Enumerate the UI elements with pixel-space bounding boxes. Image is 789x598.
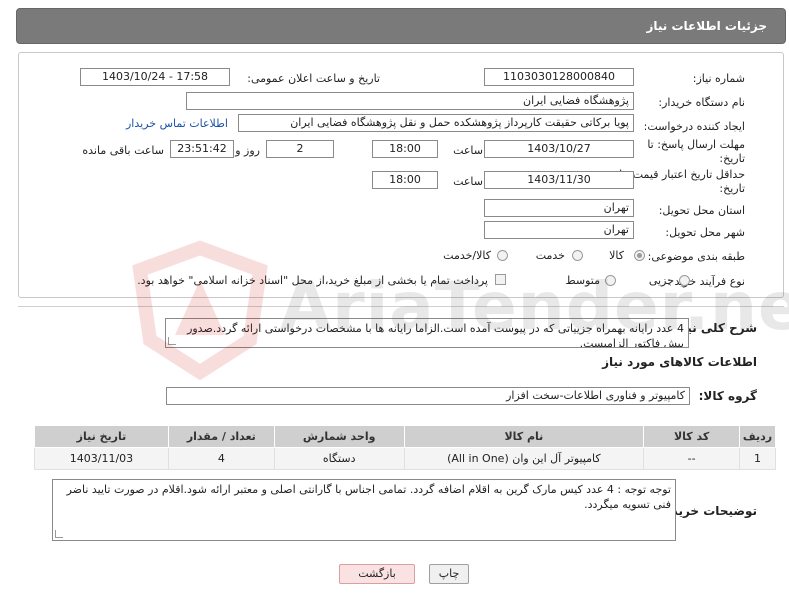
cell-code: -- [643, 447, 741, 470]
buyer-notes-text: توجه توجه : 4 عدد کیس مارک گرین به اقلام… [66, 483, 671, 511]
description-textarea[interactable]: 4 عدد رایانه بهمراه جزییاتی که در پیوست … [165, 318, 689, 348]
col-name: نام کالا [403, 425, 645, 448]
days-label: روز و [235, 144, 260, 157]
col-date: تاریخ نیاز [34, 425, 169, 448]
city-label: شهر محل تحویل: [665, 226, 745, 239]
validity-time-field: 18:00 [372, 171, 438, 189]
province-field: تهران [484, 199, 634, 217]
col-unit: واحد شمارش [273, 425, 405, 448]
goods-group-label: گروه کالا: [698, 389, 757, 403]
treasury-payment-checkbox[interactable] [495, 274, 506, 285]
buyer-contact-link[interactable]: اطلاعات تماس خریدار [126, 117, 228, 130]
goods-table: ردیف کد کالا نام کالا واحد شمارش تعداد /… [34, 425, 776, 470]
need-number-label: شماره نیاز: [692, 72, 745, 85]
cell-row: 1 [739, 447, 776, 470]
cell-qty: 4 [167, 447, 275, 470]
table-row: 1 -- کامپیوتر آل این وان (All in One) دس… [34, 447, 776, 470]
city-field: تهران [484, 221, 634, 239]
category-label: طبقه بندی موضوعی: [647, 250, 745, 263]
category-radio-goods-service[interactable] [497, 250, 508, 261]
remaining-time-field: 23:51:42 [170, 140, 234, 158]
buyer-field: پژوهشگاه فضایی ایران [186, 92, 634, 110]
announce-field: 1403/10/24 - 17:58 [80, 68, 230, 86]
deadline-label-date: تاریخ: [719, 152, 745, 165]
category-option-service: خدمت [535, 249, 565, 262]
validity-time-label: ساعت [453, 175, 483, 188]
deadline-time-label: ساعت [453, 144, 483, 157]
creator-label: ایجاد کننده درخواست: [643, 120, 745, 133]
buyer-notes-textarea[interactable]: توجه توجه : 4 عدد کیس مارک گرین به اقلام… [52, 479, 676, 541]
days-field: 2 [266, 140, 334, 158]
province-label: استان محل تحویل: [658, 204, 745, 217]
print-button[interactable]: چاپ [429, 564, 469, 584]
deadline-label: مهلت ارسال پاسخ: تا [647, 138, 745, 151]
process-option-medium: متوسط [565, 274, 600, 287]
cell-date: 1403/11/03 [34, 447, 169, 470]
col-row: ردیف [739, 425, 776, 448]
creator-field: پویا برکاتی حقیقت کارپرداز پژوهشکده حمل … [238, 114, 634, 132]
page-title: جزئیات اطلاعات نیاز [646, 19, 767, 33]
cell-name: کامپیوتر آل این وان (All in One) [403, 447, 645, 470]
back-button[interactable]: بازگشت [339, 564, 415, 584]
description-text: 4 عدد رایانه بهمراه جزییاتی که در پیوست … [187, 322, 684, 348]
validity-date-field: 1403/11/30 [484, 171, 634, 189]
goods-group-field: کامپیوتر و فناوری اطلاعات-سخت افزار [166, 387, 690, 405]
category-radio-service[interactable] [572, 250, 583, 261]
col-code: کد کالا [643, 425, 741, 448]
process-radio-medium[interactable] [605, 275, 616, 286]
need-number-field: 1103030128000840 [484, 68, 634, 86]
section-divider [18, 306, 784, 307]
announce-label: تاریخ و ساعت اعلان عمومی: [247, 72, 380, 85]
goods-section-title: اطلاعات کالاهای مورد نیاز [602, 355, 757, 369]
process-radio-minor[interactable] [679, 275, 690, 286]
deadline-time-field: 18:00 [372, 140, 438, 158]
treasury-payment-note: پرداخت تمام یا بخشی از مبلغ خرید،از محل … [137, 274, 488, 287]
deadline-date-field: 1403/10/27 [484, 140, 634, 158]
page-header: جزئیات اطلاعات نیاز [16, 8, 786, 44]
category-option-goods-service: کالا/خدمت [443, 249, 491, 262]
process-option-minor: جزیی [648, 274, 674, 287]
buyer-label: نام دستگاه خریدار: [658, 96, 745, 109]
remaining-label: ساعت باقی مانده [82, 144, 164, 157]
goods-table-header: ردیف کد کالا نام کالا واحد شمارش تعداد /… [34, 425, 776, 448]
category-radio-goods[interactable] [634, 250, 645, 261]
resize-grip-icon[interactable] [168, 337, 176, 345]
cell-unit: دستگاه [273, 447, 405, 470]
col-qty: تعداد / مقدار [167, 425, 275, 448]
validity-label: حداقل تاریخ اعتبار قیمت: تا [619, 168, 745, 181]
category-option-goods: کالا [609, 249, 624, 262]
validity-label-date: تاریخ: [719, 182, 745, 195]
resize-grip-icon[interactable] [55, 530, 63, 538]
